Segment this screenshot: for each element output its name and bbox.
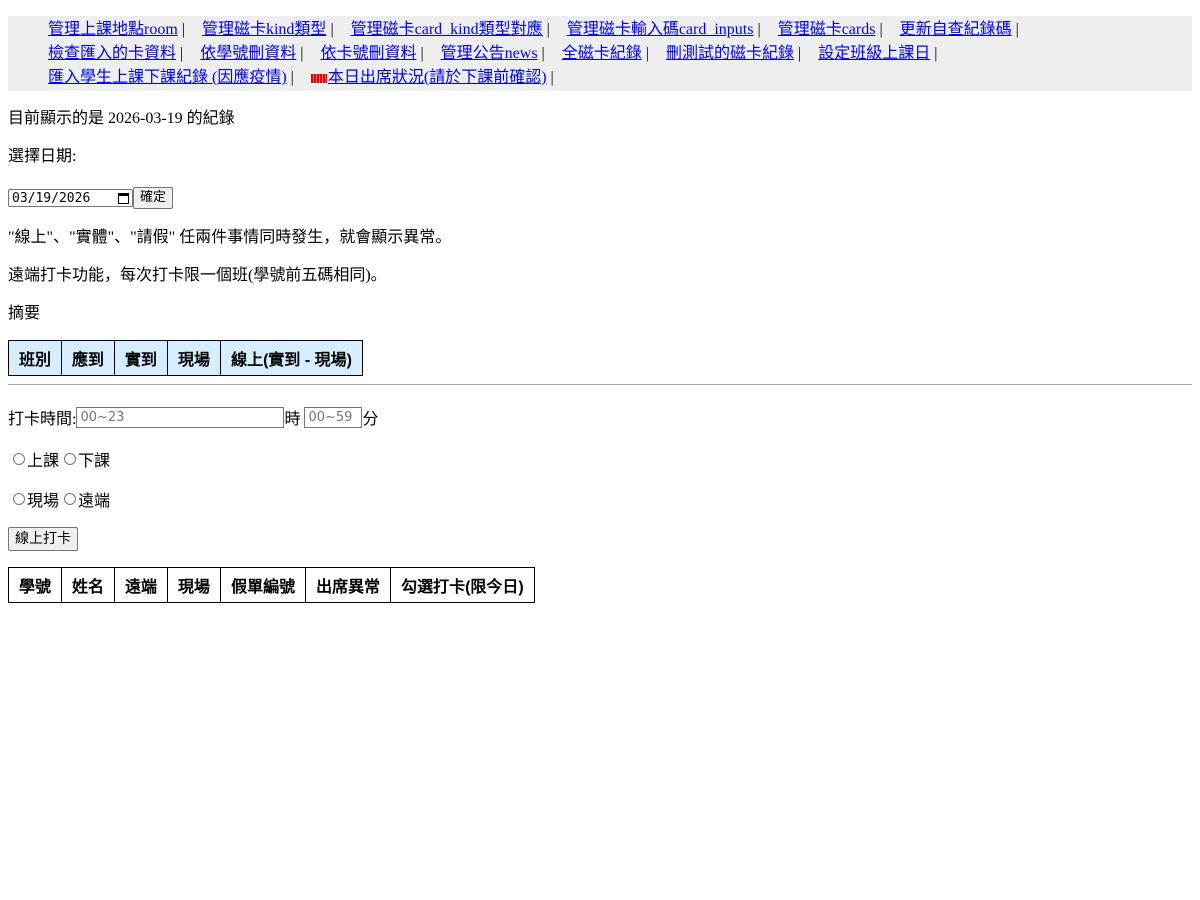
nav-link-all-card-records[interactable]: 全磁卡紀錄 <box>562 45 642 62</box>
admin-nav-bar: 管理上課地點room | 管理磁卡kind類型 | 管理磁卡card_kind類型對… <box>8 16 1192 91</box>
online-punch-button[interactable]: 線上打卡 <box>8 527 78 551</box>
nav-link-check-imported-cards[interactable]: 檢查匯入的卡資料 <box>48 45 176 62</box>
nav-link-card-kind[interactable]: 管理磁卡card_kind類型對應 <box>351 21 543 38</box>
radio-class-start-label: 上課 <box>27 453 60 470</box>
hour-unit-label: 時 <box>284 411 301 428</box>
nav-separator: | <box>300 45 304 62</box>
page: 管理上課地點room | 管理磁卡kind類型 | 管理磁卡card_kind類型對… <box>0 0 1200 603</box>
records-table: 學號 姓名 遠端 現場 假單編號 出席異常 勾選打卡(限今日) <box>7 567 535 603</box>
nav-separator: | <box>181 21 185 38</box>
summary-col-expected: 應到 <box>61 340 116 376</box>
summary-title: 摘要 <box>8 305 41 322</box>
current-date-status: 目前顯示的是 2026-03-19 的紀錄 <box>8 109 1192 129</box>
records-col-check-punch: 勾選打卡(限今日) <box>390 567 535 603</box>
records-col-anomaly: 出席異常 <box>305 567 392 603</box>
nav-separator: | <box>879 21 883 38</box>
status-suffix: 的紀錄 <box>186 110 235 127</box>
radio-remote-label: 遠端 <box>78 493 111 510</box>
status-prefix: 目前顯示的是 <box>8 110 105 127</box>
records-col-remote: 遠端 <box>114 567 169 603</box>
nav-separator: | <box>645 45 649 62</box>
nav-link-news[interactable]: 管理公告news <box>441 45 538 62</box>
divider <box>8 384 1192 385</box>
records-col-student-id: 學號 <box>7 567 63 603</box>
nav-separator: | <box>546 21 550 38</box>
nav-link-delete-by-card-id[interactable]: 依卡號刪資料 <box>320 45 416 62</box>
date-input-value: 03/19/2026 <box>12 190 91 206</box>
new-badge-icon <box>310 74 327 83</box>
nav-link-cards[interactable]: 管理磁卡cards <box>778 21 876 38</box>
nav-link-import-attendance[interactable]: 匯入學生上課下課紀錄 (因應疫情) <box>48 69 287 86</box>
records-col-leave-id: 假單編號 <box>220 567 307 603</box>
radio-onsite[interactable] <box>13 493 25 505</box>
minute-unit-label: 分 <box>362 411 379 428</box>
radio-class-start[interactable] <box>13 453 25 465</box>
nav-separator: | <box>1015 21 1019 38</box>
nav-link-card-inputs[interactable]: 管理磁卡輸入碼card_inputs <box>567 21 754 38</box>
nav-separator: | <box>541 45 545 62</box>
nav-separator: | <box>797 45 802 62</box>
hour-input[interactable]: 00~23 <box>76 406 285 428</box>
submit-row: 線上打卡 <box>8 527 1192 551</box>
nav-link-room[interactable]: 管理上課地點room <box>48 21 178 38</box>
summary-header-row: 班別 應到 實到 現場 線上(實到 - 現場) <box>7 340 363 376</box>
summary-col-onsite: 現場 <box>167 340 222 376</box>
nav-separator: | <box>180 45 184 62</box>
records-col-name: 姓名 <box>61 567 116 603</box>
records-col-onsite: 現場 <box>167 567 222 603</box>
nav-separator: | <box>934 45 938 62</box>
nav-separator: | <box>330 21 334 38</box>
punch-time-row: 打卡時間: 00~23 時 00~59 分 <box>8 405 1192 429</box>
nav-link-update-check-code[interactable]: 更新自查紀錄碼 <box>900 21 1012 38</box>
nav-link-today-attendance[interactable]: 本日出席狀況(請於下課前確認) <box>328 69 547 86</box>
remote-punch-note: 遠端打卡功能，每次打卡限一個班(學號前五碼相同)。 <box>8 267 387 284</box>
records-header-row: 學號 姓名 遠端 現場 假單編號 出席異常 勾選打卡(限今日) <box>7 567 535 603</box>
nav-link-delete-test-records[interactable]: 刪測試的磁卡紀錄 <box>666 45 794 62</box>
punch-type-radio-group: 上課 下課 <box>8 449 1192 470</box>
punch-time-label: 打卡時間: <box>8 411 77 428</box>
radio-remote[interactable] <box>64 493 77 505</box>
nav-link-kind[interactable]: 管理磁卡kind類型 <box>202 21 326 38</box>
nav-link-class-days[interactable]: 設定班級上課日 <box>818 45 930 62</box>
minute-input[interactable]: 00~59 <box>304 406 363 428</box>
radio-class-end-label: 下課 <box>78 453 111 470</box>
confirm-date-button[interactable]: 確定 <box>133 187 174 209</box>
punch-location-radio-group: 現場 遠端 <box>8 489 1192 510</box>
summary-col-online: 線上(實到 - 現場) <box>220 340 363 376</box>
date-picker-row: 03/19/2026 確定 <box>8 186 1192 210</box>
nav-separator: | <box>550 69 554 86</box>
date-input[interactable]: 03/19/2026 <box>8 189 133 207</box>
radio-class-end[interactable] <box>64 453 77 465</box>
calendar-icon[interactable] <box>118 192 129 204</box>
summary-col-actual: 實到 <box>114 340 169 376</box>
summary-col-class: 班別 <box>7 340 63 376</box>
date-picker-label: 選擇日期: <box>8 148 77 165</box>
status-date: 2026-03-19 <box>108 110 183 127</box>
nav-separator: | <box>420 45 424 62</box>
anomaly-note: "線上"、"實體"、"請假" 任兩件事情同時發生，就會顯示異常。 <box>8 229 452 246</box>
summary-table: 班別 應到 實到 現場 線上(實到 - 現場) <box>7 340 363 376</box>
nav-link-delete-by-student-id[interactable]: 依學號刪資料 <box>200 45 296 62</box>
nav-separator: | <box>757 21 761 38</box>
radio-onsite-label: 現場 <box>27 493 60 510</box>
nav-separator: | <box>290 69 294 86</box>
